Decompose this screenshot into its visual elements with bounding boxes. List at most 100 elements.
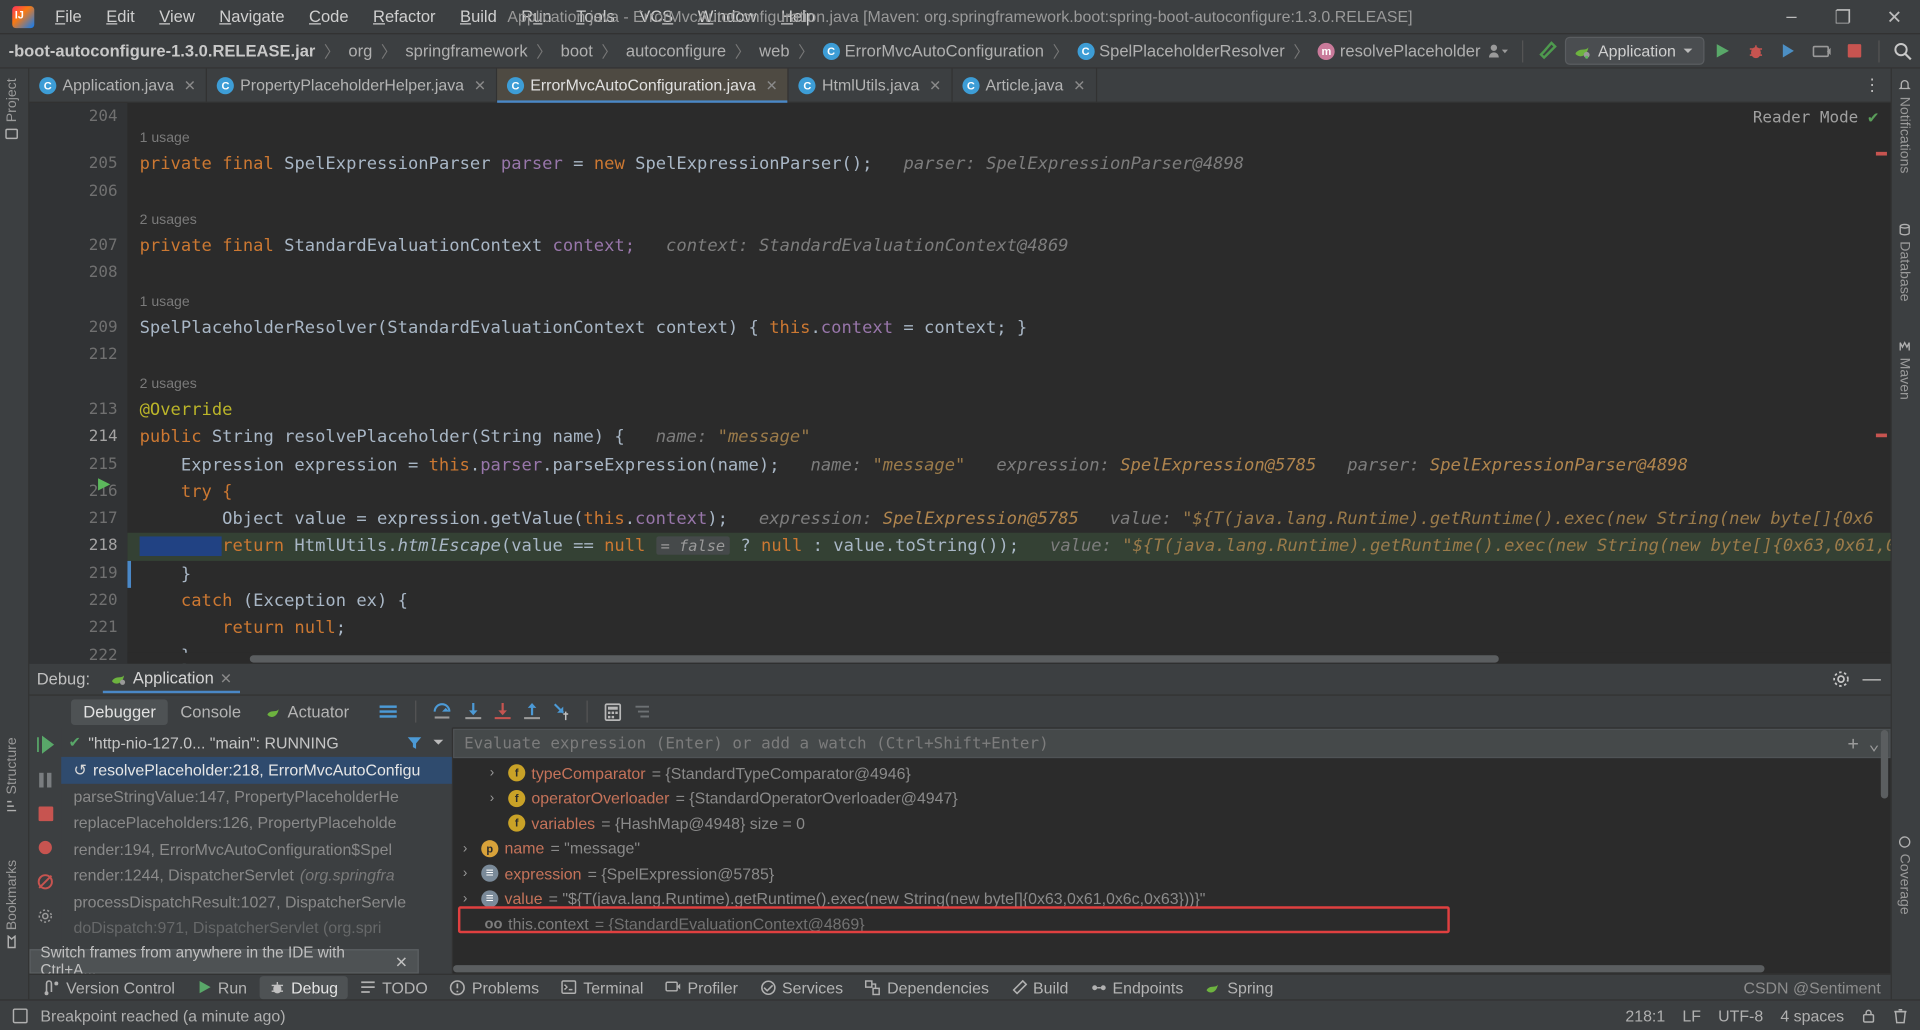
- mute-breakpoints-icon[interactable]: [633, 703, 651, 720]
- tool-button-problems[interactable]: Problems: [440, 975, 549, 998]
- code-line-216[interactable]: try {: [127, 479, 1890, 506]
- breadcrumb-item-springframework[interactable]: springframework: [402, 40, 532, 61]
- tool-button-todo[interactable]: TODO: [350, 975, 437, 998]
- frame-row[interactable]: replacePlaceholders:126, PropertyPlaceho…: [61, 810, 452, 836]
- variable-row[interactable]: › p name = "message": [453, 836, 1891, 861]
- menu-item-edit[interactable]: Edit: [95, 4, 146, 30]
- breadcrumb-item-resolveplaceholder[interactable]: m resolvePlaceholder: [1314, 40, 1484, 61]
- resume-program-icon[interactable]: [36, 735, 56, 755]
- debug-session-tab[interactable]: Application ✕: [102, 665, 240, 694]
- profiler-button[interactable]: [1807, 37, 1836, 64]
- frames-icon[interactable]: [379, 703, 400, 720]
- expand-arrow-icon[interactable]: ›: [463, 841, 475, 856]
- expand-arrow-icon[interactable]: ›: [463, 866, 475, 881]
- run-with-coverage-button[interactable]: [1774, 37, 1803, 64]
- code-line-207[interactable]: private final StandardEvaluationContext …: [127, 233, 1890, 260]
- build-hammer-icon[interactable]: [1532, 37, 1561, 64]
- menu-item-code[interactable]: Code: [298, 4, 360, 30]
- code-line-217[interactable]: Object value = expression.getValue(this.…: [127, 506, 1890, 533]
- minimize-icon[interactable]: —: [1862, 669, 1880, 690]
- expand-arrow-icon[interactable]: ›: [490, 766, 502, 781]
- frame-row[interactable]: parseStringValue:147, PropertyPlaceholde…: [61, 783, 452, 809]
- sidebar-item-project[interactable]: Project: [5, 71, 20, 148]
- indent-setting[interactable]: 4 spaces: [1780, 1006, 1844, 1024]
- menu-item-file[interactable]: File: [44, 4, 93, 30]
- sidebar-item-notifications[interactable]: Notifications: [1897, 71, 1911, 181]
- mute-breakpoints-side-icon[interactable]: [37, 873, 54, 890]
- tool-button-terminal[interactable]: Terminal: [551, 975, 653, 998]
- menu-item-run[interactable]: Run: [510, 4, 562, 30]
- debug-button[interactable]: [1741, 37, 1770, 64]
- editor-tab-htmlutils[interactable]: C HtmlUtils.java ✕: [789, 68, 953, 102]
- editor-horizontal-scrollbar[interactable]: [127, 652, 1891, 664]
- status-icon[interactable]: [12, 1007, 28, 1023]
- close-icon[interactable]: ✕: [220, 669, 232, 686]
- breadcrumb-item-boot[interactable]: boot: [557, 40, 597, 61]
- variables-panel[interactable]: Evaluate expression (Enter) or add a wat…: [453, 727, 1891, 974]
- menu-item-refactor[interactable]: Refactor: [362, 4, 447, 30]
- search-icon[interactable]: [1888, 37, 1917, 64]
- variables-horizontal-scrollbar[interactable]: [453, 964, 1878, 974]
- menu-item-navigate[interactable]: Navigate: [208, 4, 295, 30]
- frame-row-selected[interactable]: ↺ resolvePlaceholder:218, ErrorMvcAutoCo…: [61, 756, 452, 784]
- breadcrumb-item-autoconfigure[interactable]: autoconfigure: [622, 40, 730, 61]
- breadcrumb-item-web[interactable]: web: [756, 40, 794, 61]
- error-stripe-marker[interactable]: [1875, 151, 1887, 156]
- close-icon[interactable]: ✕: [1073, 77, 1085, 94]
- sidebar-item-maven[interactable]: Maven: [1897, 332, 1911, 407]
- variable-row[interactable]: › f typeComparator = {StandardTypeCompar…: [453, 761, 1891, 786]
- tool-button-build[interactable]: Build: [1001, 975, 1078, 998]
- sidebar-item-bookmarks[interactable]: Bookmarks: [5, 852, 20, 956]
- tool-button-profiler[interactable]: Profiler: [656, 975, 748, 998]
- tool-button-endpoints[interactable]: Endpoints: [1081, 975, 1193, 998]
- expand-arrow-icon[interactable]: ›: [490, 791, 502, 806]
- close-icon[interactable]: ✕: [929, 77, 941, 94]
- gear-icon[interactable]: [1832, 670, 1850, 688]
- menu-item-help[interactable]: Help: [770, 4, 826, 30]
- frame-row[interactable]: processDispatchResult:1027, DispatcherSe…: [61, 889, 452, 915]
- close-button[interactable]: ✕: [1869, 0, 1920, 34]
- editor-gutter[interactable]: 204 205 206 207 208 209 212 213 214 215 …: [29, 102, 128, 664]
- add-watch-icon[interactable]: +: [1848, 732, 1859, 754]
- usage-hint[interactable]: 1 usage: [127, 124, 1890, 151]
- tool-button-dependencies[interactable]: Dependencies: [855, 975, 998, 998]
- variable-row[interactable]: › f operatorOverloader = {StandardOperat…: [453, 786, 1891, 811]
- lock-icon[interactable]: [1861, 1007, 1876, 1023]
- close-icon[interactable]: ✕: [766, 77, 778, 94]
- run-to-cursor-icon[interactable]: [552, 702, 570, 722]
- breadcrumb-item-errormvcautoconfiguration[interactable]: C ErrorMvcAutoConfiguration: [819, 40, 1048, 61]
- menu-item-window[interactable]: Window: [687, 4, 768, 30]
- caret-position[interactable]: 218:1: [1625, 1006, 1665, 1024]
- settings-side-icon[interactable]: [37, 908, 54, 925]
- menu-item-view[interactable]: View: [148, 4, 206, 30]
- thread-selector[interactable]: ✔ "http-nio-127.0... "main": RUNNING: [61, 727, 452, 756]
- editor-code-area[interactable]: Reader Mode ✔ 1 usage private final Spel…: [127, 103, 1891, 664]
- code-line-220[interactable]: catch (Exception ex) {: [127, 588, 1890, 615]
- trash-icon[interactable]: [1893, 1007, 1908, 1023]
- variables-vertical-scrollbar[interactable]: [1880, 727, 1891, 973]
- tool-button-spring[interactable]: Spring: [1196, 975, 1284, 998]
- usage-hint[interactable]: 2 usages: [127, 369, 1890, 396]
- editor-tab-article[interactable]: C Article.java ✕: [952, 68, 1097, 102]
- evaluate-expression-input[interactable]: Evaluate expression (Enter) or add a wat…: [453, 728, 1891, 759]
- stop-icon[interactable]: [37, 806, 53, 822]
- menu-item-tools[interactable]: Tools: [565, 4, 626, 30]
- code-line-209[interactable]: SpelPlaceholderResolver(StandardEvaluati…: [127, 315, 1890, 342]
- tab-actuator[interactable]: Actuator: [253, 699, 361, 725]
- stop-button[interactable]: [1840, 37, 1869, 64]
- step-out-icon[interactable]: [523, 702, 541, 722]
- file-encoding[interactable]: UTF-8: [1718, 1006, 1763, 1024]
- filter-icon[interactable]: [407, 734, 423, 750]
- frame-row[interactable]: doDispatch:971, DispatcherServlet (org.s…: [61, 915, 452, 941]
- close-icon[interactable]: ✕: [395, 952, 408, 970]
- tool-button-version-control[interactable]: Version Control: [34, 975, 184, 998]
- evaluate-icon[interactable]: [604, 702, 622, 721]
- code-editor[interactable]: 204 205 206 207 208 209 212 213 214 215 …: [29, 102, 1891, 664]
- breadcrumb-item-org[interactable]: org: [345, 40, 376, 61]
- editor-tab-application[interactable]: C Application.java ✕: [29, 68, 208, 102]
- variable-row[interactable]: › ≡ expression = {SpelExpression@5785}: [453, 861, 1891, 886]
- run-to-here-icon[interactable]: ▶: [98, 474, 115, 492]
- variable-row[interactable]: f variables = {HashMap@4948} size = 0: [453, 811, 1891, 836]
- breadcrumb-item-spelplaceholderresolver[interactable]: C SpelPlaceholderResolver: [1073, 40, 1288, 61]
- sidebar-item-database[interactable]: Database: [1897, 216, 1911, 309]
